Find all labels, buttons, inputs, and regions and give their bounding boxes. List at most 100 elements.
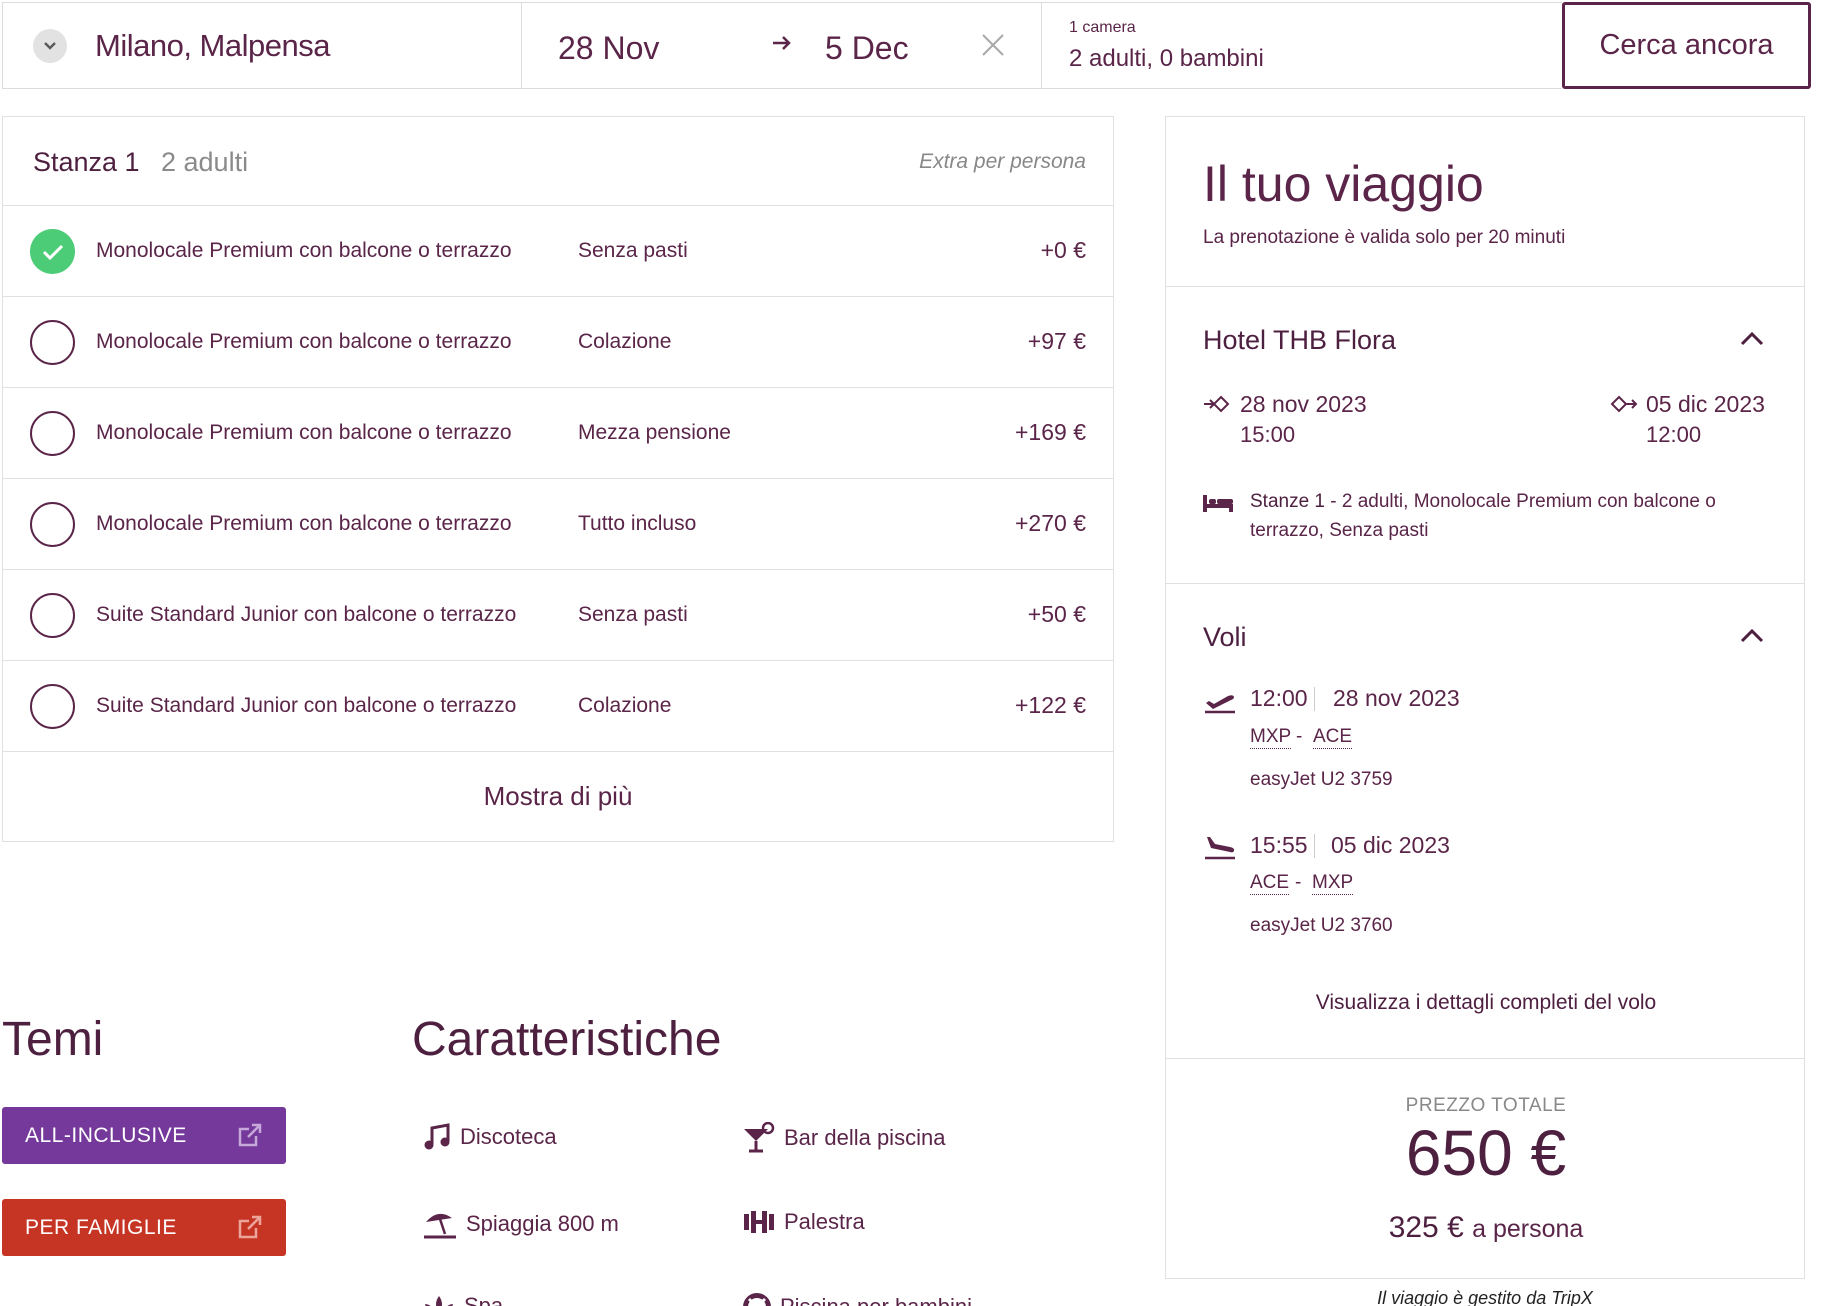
route-dash: - <box>1295 872 1302 893</box>
origin-selector[interactable]: Milano, Malpensa <box>2 2 521 89</box>
feature-label: Spiaggia 800 m <box>466 1211 619 1236</box>
check-in-icon <box>1202 395 1230 418</box>
separator <box>1314 834 1315 858</box>
feature-item: Discoteca <box>422 1122 557 1152</box>
separator <box>1314 687 1315 711</box>
room-option-name: Monolocale Premium con balcone o terrazz… <box>96 421 512 444</box>
chevron-up-icon[interactable] <box>1740 628 1764 649</box>
show-more-button[interactable]: Mostra di più <box>3 752 1113 840</box>
themes-heading: Temi <box>2 1013 104 1066</box>
feature-label: Bar della piscina <box>784 1125 946 1150</box>
room-option-name: Monolocale Premium con balcone o terrazz… <box>96 330 512 353</box>
radio-icon[interactable] <box>30 684 75 729</box>
room-option[interactable]: Suite Standard Junior con balcone o terr… <box>3 661 1113 752</box>
room-option-board: Tutto incluso <box>578 512 697 535</box>
inbound-carrier: easyJet U2 3760 <box>1250 915 1393 936</box>
features-heading: Caratteristiche <box>412 1013 722 1066</box>
feature-item: Bar della piscina <box>742 1122 945 1154</box>
check-out-time: 12:00 <box>1646 422 1702 447</box>
per-person-amount: 325 € <box>1388 1211 1464 1244</box>
close-icon[interactable] <box>981 33 1005 62</box>
flight-details-link[interactable]: Visualizza i dettagli completi del volo <box>1166 991 1806 1015</box>
arrow-right-icon <box>771 34 793 57</box>
lotus-icon <box>425 1296 453 1306</box>
room-option-board: Colazione <box>578 330 672 353</box>
chevron-up-icon[interactable] <box>1740 331 1764 352</box>
room-option[interactable]: Monolocale Premium con balcone o terrazz… <box>3 206 1113 297</box>
search-again-button[interactable]: Cerca ancora <box>1562 2 1811 89</box>
room-option-price: +0 € <box>1040 237 1086 263</box>
room-option-price: +50 € <box>1027 601 1086 627</box>
operator-note: Il viaggio è gestito da TripX <box>1377 1288 1593 1306</box>
beach-umbrella-icon <box>424 1213 456 1239</box>
room-selection-panel: Stanza 1 2 adulti Extra per persona Mono… <box>2 116 1114 842</box>
room-option-price: +122 € <box>1015 692 1086 718</box>
inbound-date: 05 dic 2023 <box>1331 832 1450 858</box>
room-option-price: +97 € <box>1027 328 1086 354</box>
room-option-name: Monolocale Premium con balcone o terrazz… <box>96 512 512 535</box>
inbound-destination-code[interactable]: MXP <box>1312 872 1354 895</box>
check-in-date: 28 nov 2023 <box>1240 391 1367 417</box>
cocktail-icon <box>744 1122 775 1153</box>
room-option[interactable]: Monolocale Premium con balcone o terrazz… <box>3 388 1113 479</box>
outbound-carrier: easyJet U2 3759 <box>1250 769 1393 790</box>
radio-checked-icon[interactable] <box>30 229 75 274</box>
per-person-suffix: a persona <box>1472 1215 1584 1243</box>
takeoff-icon <box>1203 688 1237 719</box>
guests-selector[interactable]: 1 camera 2 adulti, 0 bambini <box>1041 2 1562 89</box>
external-link-icon <box>237 1122 263 1154</box>
chevron-down-icon[interactable] <box>33 28 67 63</box>
origin-label: Milano, Malpensa <box>95 27 330 63</box>
feature-item: Palestra <box>742 1208 865 1236</box>
outbound-time: 12:00 <box>1250 685 1308 711</box>
room-option-name: Suite Standard Junior con balcone o terr… <box>96 694 517 717</box>
theme-label: PER FAMIGLIE <box>25 1215 177 1239</box>
route-dash: - <box>1296 726 1303 747</box>
room-option[interactable]: Suite Standard Junior con balcone o terr… <box>3 570 1113 661</box>
total-price: 650 € <box>1405 1117 1567 1189</box>
music-note-icon <box>424 1123 450 1150</box>
feature-label: Palestra <box>784 1209 865 1234</box>
radio-icon[interactable] <box>30 593 75 638</box>
room-option-name: Suite Standard Junior con balcone o terr… <box>96 603 517 626</box>
extra-per-person-header: Extra per persona <box>919 150 1086 173</box>
date-to[interactable]: 5 Dec <box>825 30 909 67</box>
room-option-board: Colazione <box>578 694 672 717</box>
rooms-count: 1 camera <box>1069 19 1136 36</box>
room-summary: Stanze 1 - 2 adulti, Monolocale Premium … <box>1250 487 1750 545</box>
feature-label: Spa <box>464 1293 504 1306</box>
theme-families-button[interactable]: PER FAMIGLIE <box>2 1199 286 1256</box>
check-in-time: 15:00 <box>1240 422 1296 447</box>
bed-icon <box>1202 493 1234 518</box>
trip-summary-panel: Il tuo viaggio La prenotazione è valida … <box>1165 116 1805 1279</box>
date-from[interactable]: 28 Nov <box>558 30 659 67</box>
radio-icon[interactable] <box>30 502 75 547</box>
room-option-price: +270 € <box>1015 510 1086 536</box>
radio-icon[interactable] <box>30 411 75 456</box>
feature-item: Spiaggia 800 m <box>422 1208 619 1240</box>
feature-label: Piscina per bambini <box>780 1294 972 1306</box>
hotel-name: Hotel THB Flora <box>1203 325 1397 355</box>
date-range-selector[interactable]: 28 Nov 5 Dec <box>521 2 1041 89</box>
total-price-label: PREZZO TOTALE <box>1405 1095 1567 1116</box>
feature-item: Spa <box>422 1292 503 1306</box>
outbound-destination-code[interactable]: ACE <box>1313 726 1353 749</box>
room-title: Stanza 1 <box>33 147 140 177</box>
check-out-icon <box>1610 395 1638 418</box>
room-panel-header: Stanza 1 2 adulti Extra per persona <box>3 117 1113 206</box>
radio-icon[interactable] <box>30 320 75 365</box>
inbound-origin-code[interactable]: ACE <box>1250 872 1290 895</box>
room-option-board: Senza pasti <box>578 603 688 626</box>
inbound-time: 15:55 <box>1250 832 1308 858</box>
trip-summary-header: Il tuo viaggio La prenotazione è valida … <box>1166 117 1804 287</box>
room-option[interactable]: Monolocale Premium con balcone o terrazz… <box>3 297 1113 388</box>
theme-all-inclusive-button[interactable]: ALL-INCLUSIVE <box>2 1107 286 1164</box>
feature-item: Piscina per bambini <box>742 1292 972 1306</box>
booking-validity-note: La prenotazione è valida solo per 20 min… <box>1203 227 1566 248</box>
flights-section: Voli 12:00 28 nov 2023 MXP - ACE easyJet… <box>1166 584 1804 1059</box>
price-section: PREZZO TOTALE 650 € 325 € a persona <box>1166 1059 1804 1278</box>
room-option-name: Monolocale Premium con balcone o terrazz… <box>96 239 512 262</box>
room-option[interactable]: Monolocale Premium con balcone o terrazz… <box>3 479 1113 570</box>
outbound-origin-code[interactable]: MXP <box>1250 726 1292 749</box>
guests-count: 2 adulti, 0 bambini <box>1069 45 1264 72</box>
